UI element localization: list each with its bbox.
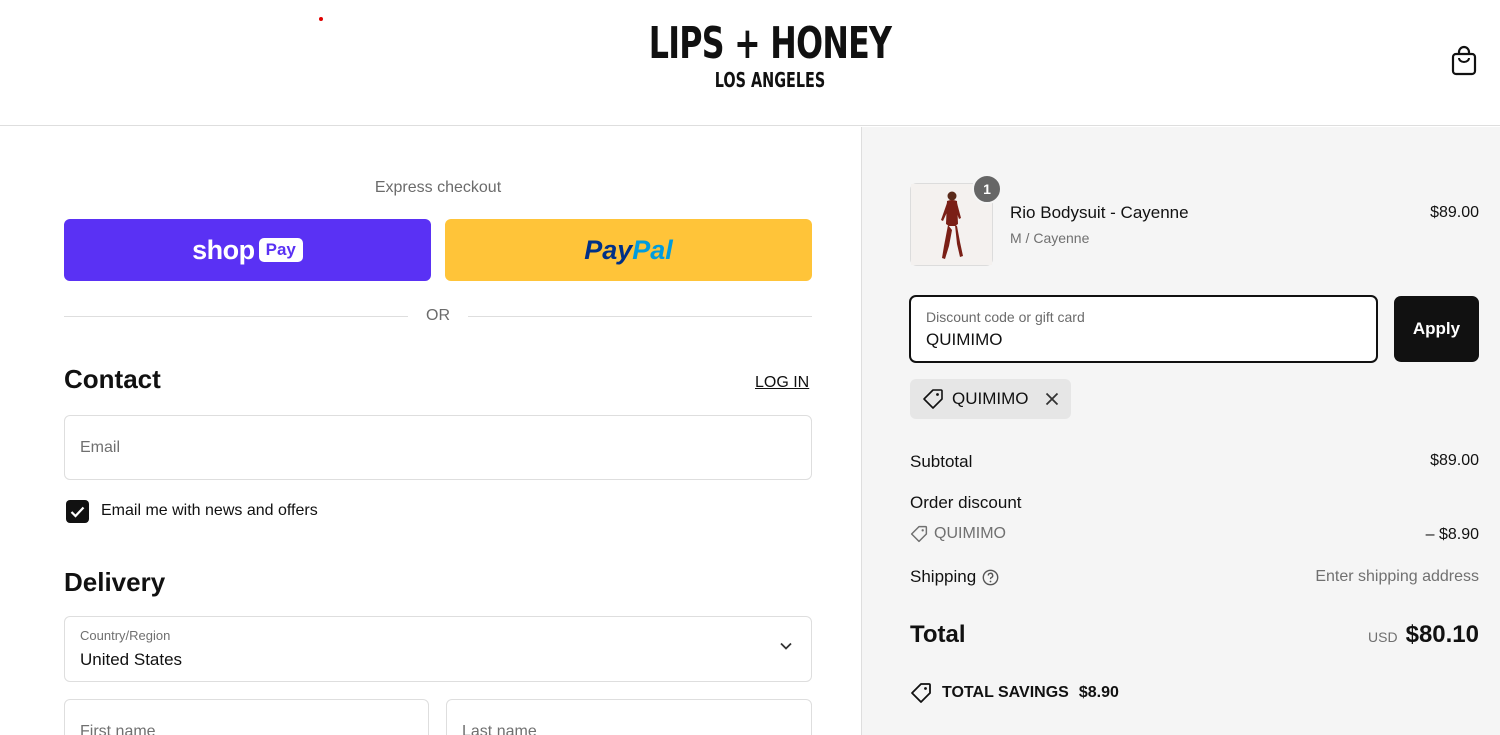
shipping-label-row: Shipping	[910, 567, 999, 587]
country-value: United States	[80, 650, 183, 669]
last-name-field[interactable]: Last name	[446, 699, 812, 735]
site-header: LIPS + HONEY LOS ANGELES	[0, 0, 1500, 126]
total-value: $80.10	[1405, 621, 1479, 648]
savings-tag-icon	[911, 683, 931, 703]
discount-code-field[interactable]: Discount code or gift card QUIMIMO	[909, 295, 1378, 363]
logo-sub-text: LOS ANGELES	[714, 68, 826, 92]
first-name-field[interactable]: First name	[64, 699, 429, 735]
product-price: $89.00	[1430, 204, 1479, 221]
summary-discount-code: QUIMIMO	[934, 525, 1006, 542]
first-name-placeholder: First name	[80, 723, 156, 735]
paypal-button[interactable]: PayPal	[445, 219, 812, 281]
product-variant: M / Cayenne	[1010, 230, 1090, 246]
applied-discount-chip: QUIMIMO	[910, 379, 1071, 419]
paypal-logo: PayPal	[584, 235, 673, 266]
discount-field-value: QUIMIMO	[926, 330, 1003, 349]
store-logo[interactable]: LIPS + HONEY LOS ANGELES	[570, 18, 970, 92]
currency-code: USD	[1368, 629, 1398, 645]
shipping-value: Enter shipping address	[1315, 568, 1479, 585]
order-summary-panel: Rio Bodysuit - Cayenne M / Cayenne $89.0…	[861, 127, 1500, 735]
email-placeholder: Email	[80, 439, 121, 456]
login-link[interactable]: LOG IN	[755, 374, 809, 392]
tag-icon	[923, 389, 943, 409]
savings-value: $8.90	[1078, 684, 1119, 701]
contact-title: Contact	[64, 364, 161, 394]
divider-line	[64, 315, 408, 317]
express-checkout-label: Express checkout	[374, 179, 502, 196]
logo-main-text: LIPS + HONEY	[648, 18, 892, 69]
or-text: OR	[426, 307, 450, 324]
total-label: Total	[910, 621, 966, 648]
discount-code-line: QUIMIMO	[910, 525, 1006, 543]
country-select[interactable]: Country/Region United States	[64, 616, 812, 682]
email-field[interactable]: Email	[64, 415, 812, 480]
discount-value: – $8.90	[1425, 526, 1479, 543]
total-savings: TOTAL SAVINGS $8.90	[910, 682, 1119, 704]
checkmark-icon	[70, 506, 85, 518]
subtotal-label: Subtotal	[910, 452, 973, 471]
total-amount: USD $80.10	[1368, 621, 1479, 649]
shopping-bag-icon[interactable]	[1450, 44, 1478, 76]
newsletter-checkbox[interactable]	[66, 500, 89, 523]
red-dot	[319, 17, 323, 21]
paypal-logo-part1: Pay	[584, 234, 633, 265]
last-name-placeholder: Last name	[462, 723, 537, 735]
close-icon	[1045, 392, 1058, 406]
delivery-title: Delivery	[64, 567, 166, 597]
country-label: Country/Region	[80, 628, 171, 643]
or-divider: OR	[64, 305, 812, 327]
shop-pay-text: shop	[192, 234, 255, 265]
order-discount-label: Order discount	[910, 493, 1022, 512]
remove-discount-button[interactable]	[1045, 392, 1059, 406]
shipping-label: Shipping	[910, 567, 977, 586]
chevron-down-icon	[780, 642, 792, 650]
paypal-logo-part2: Pal	[632, 234, 673, 265]
shop-pay-badge: Pay	[258, 238, 303, 262]
quantity-badge: 1	[972, 174, 1002, 204]
apply-button[interactable]: Apply	[1394, 296, 1479, 362]
discount-field-label: Discount code or gift card	[926, 309, 1085, 325]
newsletter-label: Email me with news and offers	[101, 502, 318, 519]
applied-discount-code: QUIMIMO	[952, 389, 1029, 408]
tag-icon	[910, 525, 928, 543]
divider-line	[468, 315, 812, 317]
subtotal-value: $89.00	[1430, 452, 1479, 469]
checkout-form-panel: Express checkout shop Pay PayPal OR Cont…	[0, 127, 861, 735]
savings-label: TOTAL SAVINGS	[942, 684, 1069, 701]
help-icon[interactable]	[982, 569, 999, 586]
shop-pay-button[interactable]: shop Pay	[64, 219, 431, 281]
product-name: Rio Bodysuit - Cayenne	[1010, 203, 1189, 222]
